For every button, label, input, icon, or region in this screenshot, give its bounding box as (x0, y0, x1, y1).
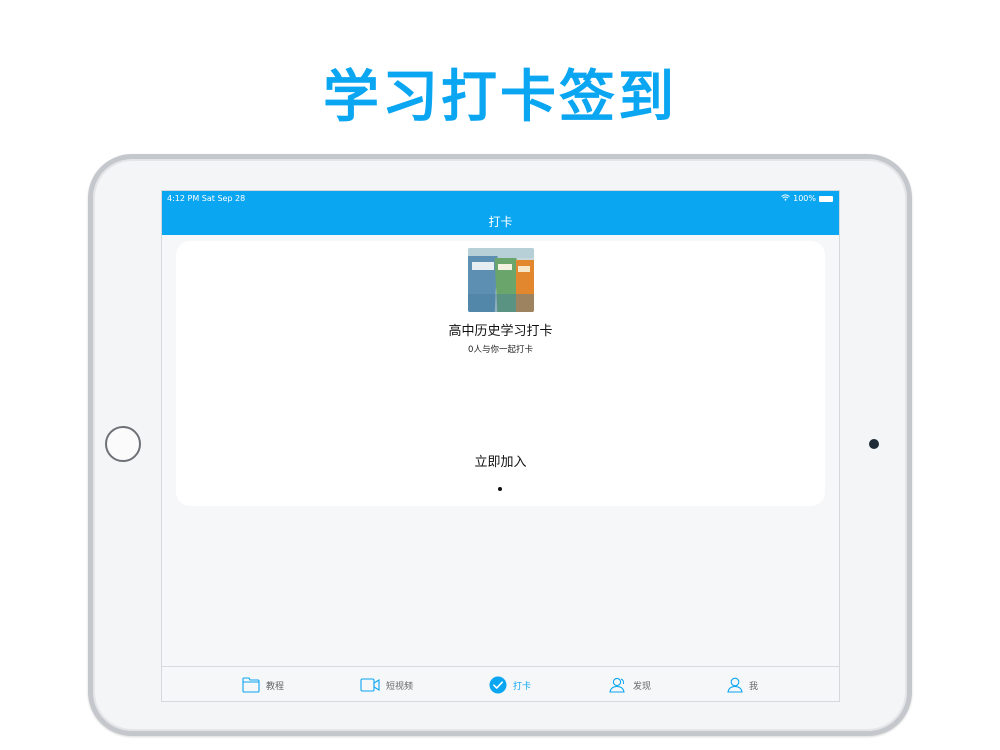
status-time: 4:12 PM Sat Sep 28 (167, 194, 246, 203)
tab-me[interactable]: 我 (727, 675, 758, 695)
tab-checkin[interactable]: 打卡 (489, 675, 531, 695)
tab-tutorial[interactable]: 教程 (242, 675, 284, 695)
status-indicators: 100% (781, 194, 833, 203)
tab-label: 我 (749, 681, 759, 692)
checkin-card: 高中历史学习打卡 0人与你一起打卡 立即加入 (176, 241, 825, 506)
battery-icon (819, 195, 833, 202)
page-title: 打卡 (488, 215, 513, 229)
tab-label: 短视频 (386, 681, 414, 692)
join-button[interactable]: 立即加入 (176, 451, 825, 470)
participants-count: 0人与你一起打卡 (468, 345, 533, 355)
page-indicator-dot[interactable] (498, 487, 502, 491)
checkmark-circle-icon (489, 676, 507, 694)
person-icon (727, 677, 743, 693)
tab-label: 打卡 (513, 681, 532, 692)
course-cover-image[interactable] (468, 248, 534, 312)
navigation-bar: 4:12 PM Sat Sep 28 100% 打卡 (162, 191, 839, 235)
folder-icon (242, 677, 260, 693)
home-button[interactable] (105, 426, 141, 462)
promo-headline: 学习打卡签到 (323, 65, 677, 130)
app-screen: 4:12 PM Sat Sep 28 100% 打卡 高中历史学习打卡 0人与你… (162, 191, 839, 701)
card-title: 高中历史学习打卡 (448, 324, 553, 339)
tab-short-video[interactable]: 短视频 (360, 675, 413, 695)
people-icon (609, 677, 627, 693)
tab-label: 发现 (633, 681, 652, 692)
tab-discover[interactable]: 发现 (609, 675, 651, 695)
battery-percent: 100% (793, 194, 816, 203)
front-camera (869, 439, 879, 449)
tab-bar: 教程 短视频 打卡 发现 我 (162, 666, 839, 701)
video-camera-icon (360, 678, 380, 692)
tab-label: 教程 (266, 681, 285, 692)
wifi-icon (781, 194, 790, 203)
